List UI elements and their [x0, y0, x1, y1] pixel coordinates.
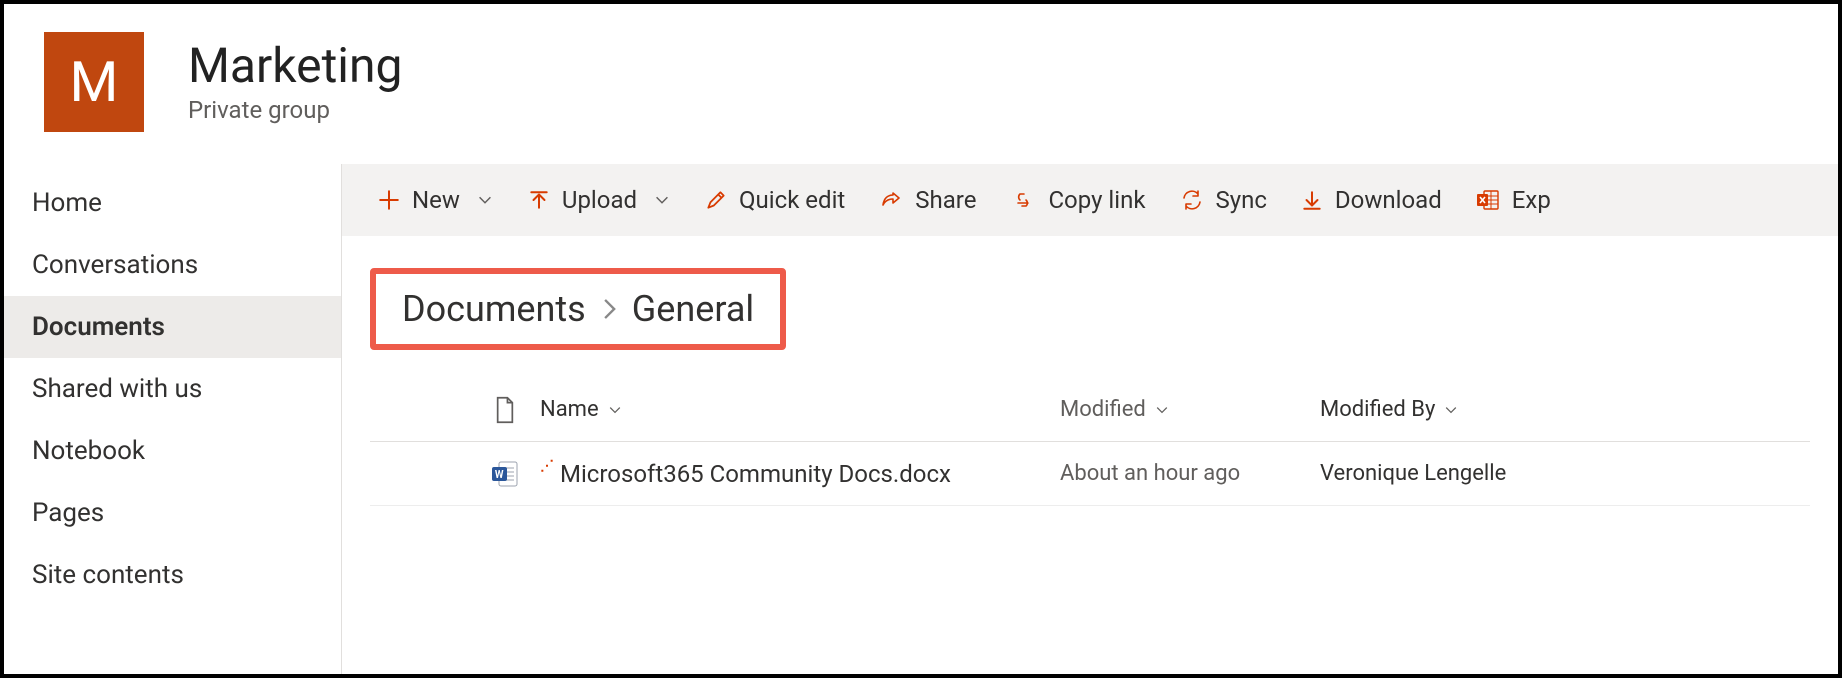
sidebar-item-site-contents[interactable]: Site contents: [4, 544, 341, 606]
col-modified-by-header[interactable]: Modified By: [1320, 397, 1700, 422]
breadcrumb-wrap: Documents General: [342, 236, 1838, 378]
site-title: Marketing: [188, 40, 402, 93]
sidebar-item-shared-with-us[interactable]: Shared with us: [4, 358, 341, 420]
sync-icon: [1180, 189, 1204, 211]
pencil-icon: [705, 189, 727, 211]
sidebar-item-label: Site contents: [32, 560, 184, 590]
chevron-down-icon: [476, 191, 494, 209]
sidebar-item-label: Notebook: [32, 436, 145, 466]
toolbar-label: New: [412, 186, 460, 214]
toolbar-label: Sync: [1216, 186, 1267, 214]
breadcrumb: Documents General: [370, 268, 786, 350]
download-button[interactable]: Download: [1301, 186, 1442, 214]
toolbar-label: Upload: [562, 186, 637, 214]
sidebar-item-home[interactable]: Home: [4, 172, 341, 234]
site-subtitle: Private group: [188, 96, 402, 124]
site-logo: M: [44, 32, 144, 132]
toolbar-label: Quick edit: [739, 186, 845, 214]
share-icon: [879, 189, 903, 211]
chevron-right-icon: [600, 296, 618, 322]
sidebar-item-label: Home: [32, 188, 102, 218]
table-row[interactable]: ⋰ Microsoft365 Community Docs.docx About…: [370, 442, 1810, 506]
sidebar-item-documents[interactable]: Documents: [4, 296, 341, 358]
download-icon: [1301, 189, 1323, 211]
document-list: Name Modified Modified By: [342, 378, 1838, 506]
sidebar-item-label: Conversations: [32, 250, 198, 280]
excel-icon: [1476, 189, 1500, 211]
sync-button[interactable]: Sync: [1180, 186, 1267, 214]
site-logo-letter: M: [70, 49, 119, 115]
breadcrumb-root[interactable]: Documents: [402, 288, 586, 330]
body-wrap: Home Conversations Documents Shared with…: [4, 164, 1838, 674]
col-file-type[interactable]: [470, 396, 540, 424]
sidebar-item-pages[interactable]: Pages: [4, 482, 341, 544]
copy-link-button[interactable]: Copy link: [1010, 186, 1145, 214]
sidebar-item-label: Documents: [32, 312, 165, 342]
chevron-down-icon: [1154, 402, 1170, 418]
sidebar-item-label: Shared with us: [32, 374, 202, 404]
col-modified-header[interactable]: Modified: [1060, 397, 1320, 422]
breadcrumb-current: General: [632, 288, 754, 330]
toolbar-label: Copy link: [1048, 186, 1145, 214]
share-button[interactable]: Share: [879, 186, 976, 214]
upload-icon: [528, 189, 550, 211]
chevron-down-icon: [653, 191, 671, 209]
site-title-wrap: Marketing Private group: [188, 40, 402, 125]
sidebar: Home Conversations Documents Shared with…: [4, 164, 342, 674]
row-file-type: [470, 459, 540, 489]
chevron-down-icon: [607, 402, 623, 418]
site-header: M Marketing Private group: [4, 4, 1838, 164]
new-button[interactable]: New: [378, 186, 494, 214]
col-name-header[interactable]: Name: [540, 397, 1060, 422]
sidebar-item-conversations[interactable]: Conversations: [4, 234, 341, 296]
toolbar-label: Download: [1335, 186, 1442, 214]
upload-button[interactable]: Upload: [528, 186, 671, 214]
col-label: Modified: [1060, 397, 1146, 422]
toolbar-label: Share: [915, 186, 976, 214]
chevron-down-icon: [1443, 402, 1459, 418]
toolbar-label: Exp: [1512, 186, 1551, 214]
new-indicator-icon: ⋰: [540, 458, 554, 474]
link-icon: [1010, 189, 1036, 211]
export-button[interactable]: Exp: [1476, 186, 1551, 214]
toolbar: New Upload Quick edit: [342, 164, 1838, 236]
list-header: Name Modified Modified By: [370, 378, 1810, 442]
row-modified: About an hour ago: [1060, 461, 1320, 486]
plus-icon: [378, 189, 400, 211]
col-label: Name: [540, 397, 599, 422]
row-modified-by: Veronique Lengelle: [1320, 461, 1700, 486]
sidebar-item-notebook[interactable]: Notebook: [4, 420, 341, 482]
word-doc-icon: [490, 459, 520, 489]
file-name: Microsoft365 Community Docs.docx: [560, 460, 951, 488]
quick-edit-button[interactable]: Quick edit: [705, 186, 845, 214]
sidebar-item-label: Pages: [32, 498, 104, 528]
file-icon: [494, 396, 516, 424]
main: New Upload Quick edit: [342, 164, 1838, 674]
col-label: Modified By: [1320, 397, 1435, 422]
row-name[interactable]: ⋰ Microsoft365 Community Docs.docx: [540, 460, 1060, 488]
